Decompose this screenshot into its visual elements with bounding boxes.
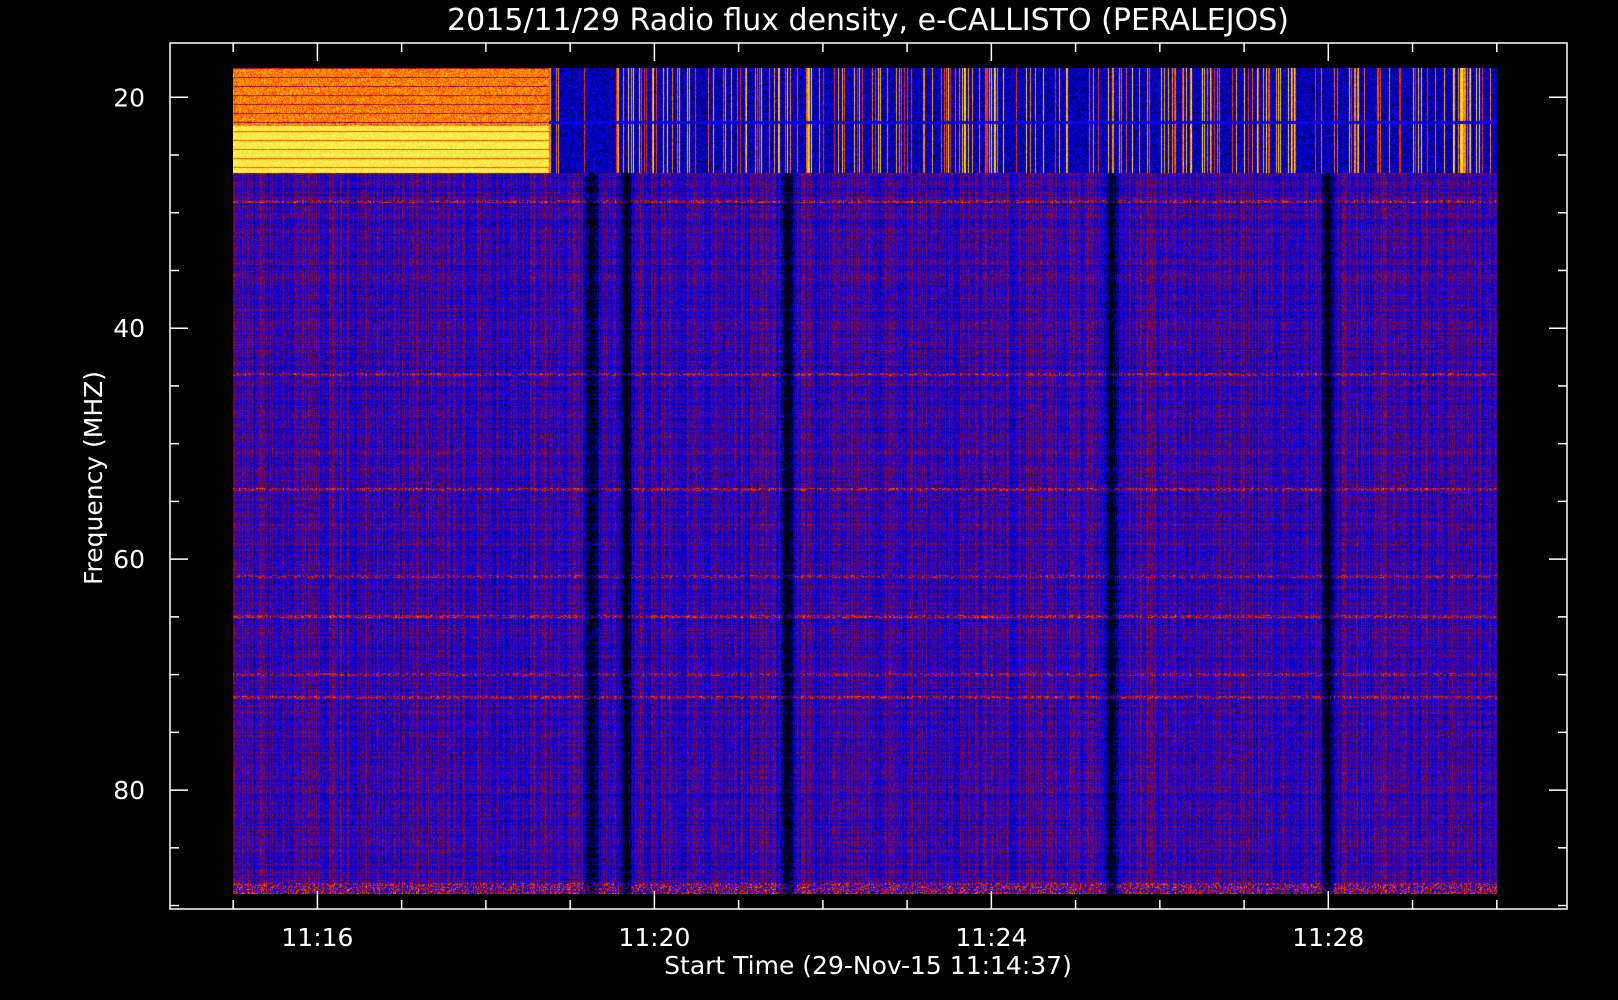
spectrogram-figure: 20 40 60 80 11:16 11:20 11:24 11:28 2015/11/29 … [0, 0, 1618, 1000]
heatmap-image [233, 68, 1498, 895]
x-tick-label: 11:24 [955, 923, 1027, 952]
x-tick-label: 11:28 [1292, 923, 1364, 952]
y-axis-label: Frequency (MHZ) [79, 371, 108, 585]
y-tick-label: 60 [113, 545, 145, 574]
x-axis-label: Start Time (29-Nov-15 11:14:37) [664, 951, 1072, 980]
x-tick-label: 11:20 [618, 923, 690, 952]
y-tick-label: 80 [113, 776, 145, 805]
x-tick-label: 11:16 [281, 923, 353, 952]
chart-title: 2015/11/29 Radio flux density, e-CALLIST… [447, 3, 1289, 38]
y-tick-label: 20 [113, 83, 145, 112]
spectrogram-heatmap [233, 68, 1498, 895]
y-tick-label: 40 [113, 314, 145, 343]
